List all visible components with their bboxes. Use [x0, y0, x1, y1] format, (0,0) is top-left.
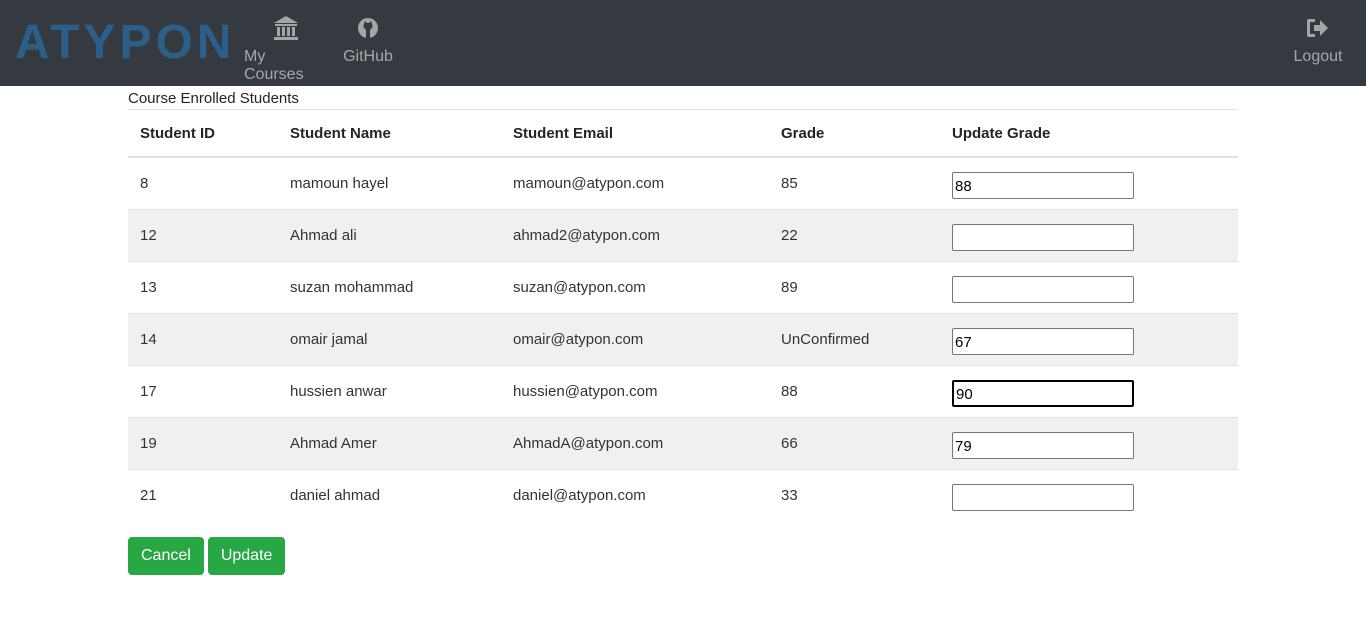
student-name-cell: mamoun hayel [278, 156, 501, 209]
student-email-cell: AhmadA@atypon.com [501, 416, 769, 469]
table-row: 17 hussien anwar hussien@atypon.com 88 [128, 364, 1238, 417]
table-row: 21 daniel ahmad daniel@atypon.com 33 [128, 468, 1238, 521]
update-grade-cell [940, 468, 1238, 521]
nav-my-courses[interactable]: My Courses [244, 14, 328, 84]
table-row: 12 Ahmad ali ahmad2@atypon.com 22 [128, 208, 1238, 261]
cancel-button[interactable]: Cancel [128, 537, 204, 575]
update-grade-input[interactable] [952, 275, 1134, 303]
student-email-cell: suzan@atypon.com [501, 260, 769, 313]
update-grade-cell [940, 260, 1238, 313]
atypon-logo[interactable]: ATYPON [15, 18, 239, 64]
header-update-grade: Update Grade [940, 110, 1238, 158]
student-id-cell: 13 [128, 260, 278, 313]
table-row: 14 omair jamal omair@atypon.com UnConfir… [128, 312, 1238, 365]
student-email-cell: ahmad2@atypon.com [501, 208, 769, 261]
student-name-cell: suzan mohammad [278, 260, 501, 313]
github-icon [357, 14, 379, 42]
student-email-cell: daniel@atypon.com [501, 468, 769, 521]
update-grade-input[interactable] [952, 223, 1134, 251]
update-grade-input[interactable] [952, 483, 1134, 511]
grade-cell: 66 [769, 416, 940, 469]
grade-cell: 85 [769, 156, 940, 209]
header-student-id: Student ID [128, 110, 278, 158]
update-grade-input[interactable] [952, 171, 1134, 199]
nav-github[interactable]: GitHub [340, 14, 396, 66]
table-row: 19 Ahmad Amer AhmadA@atypon.com 66 [128, 416, 1238, 469]
atypon-logo-graphic: ATYPON [15, 18, 235, 64]
student-email-cell: hussien@atypon.com [501, 364, 769, 417]
students-panel: Course Enrolled Students Student ID Stud… [128, 86, 1238, 521]
student-email-cell: omair@atypon.com [501, 312, 769, 365]
nav-github-label: GitHub [343, 48, 393, 65]
header-student-email: Student Email [501, 110, 769, 158]
update-grade-cell [940, 312, 1238, 365]
nav-my-courses-label: My Courses [244, 48, 304, 83]
students-table: Student ID Student Name Student Email Gr… [128, 110, 1238, 521]
student-name-cell: hussien anwar [278, 364, 501, 417]
student-id-cell: 8 [128, 156, 278, 209]
student-id-cell: 17 [128, 364, 278, 417]
update-grade-cell [940, 416, 1238, 469]
bank-icon [273, 14, 299, 42]
student-id-cell: 12 [128, 208, 278, 261]
student-id-cell: 21 [128, 468, 278, 521]
student-id-cell: 14 [128, 312, 278, 365]
form-actions: Cancel Update [128, 537, 286, 575]
update-grade-input[interactable] [952, 431, 1134, 459]
update-button[interactable]: Update [207, 537, 286, 575]
student-name-cell: omair jamal [278, 312, 501, 365]
student-email-cell: mamoun@atypon.com [501, 156, 769, 209]
grade-cell: 88 [769, 364, 940, 417]
header-student-name: Student Name [278, 110, 501, 158]
sign-out-icon [1306, 14, 1330, 42]
header-grade: Grade [769, 110, 940, 158]
student-name-cell: daniel ahmad [278, 468, 501, 521]
update-grade-input[interactable] [952, 379, 1134, 407]
student-name-cell: Ahmad Amer [278, 416, 501, 469]
update-grade-cell [940, 156, 1238, 209]
student-name-cell: Ahmad ali [278, 208, 501, 261]
update-grade-input[interactable] [952, 327, 1134, 355]
grade-cell: 89 [769, 260, 940, 313]
grade-cell: 22 [769, 208, 940, 261]
table-caption: Course Enrolled Students [128, 86, 1238, 110]
table-header-row: Student ID Student Name Student Email Gr… [128, 110, 1238, 158]
update-grade-cell [940, 208, 1238, 261]
navbar: ATYPON My Courses GitHub Logout [0, 0, 1366, 86]
grade-cell: 33 [769, 468, 940, 521]
grade-cell: UnConfirmed [769, 312, 940, 365]
logo-text: ATYPON [15, 18, 235, 64]
student-id-cell: 19 [128, 416, 278, 469]
table-row: 13 suzan mohammad suzan@atypon.com 89 [128, 260, 1238, 313]
nav-logout-label: Logout [1293, 48, 1343, 65]
table-row: 8 mamoun hayel mamoun@atypon.com 85 [128, 156, 1238, 209]
nav-logout[interactable]: Logout [1290, 14, 1346, 66]
update-grade-cell [940, 364, 1238, 417]
